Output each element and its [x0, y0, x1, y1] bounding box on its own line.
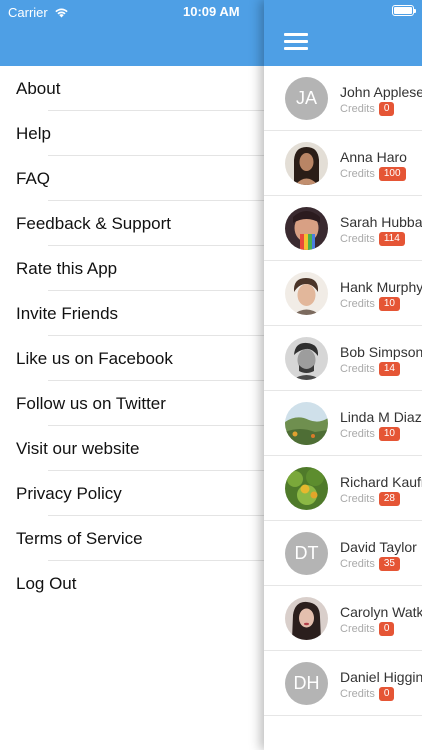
battery-icon — [392, 5, 416, 16]
contact-row[interactable]: Hank Murphy Credits 10 — [264, 261, 422, 326]
avatar-photo — [285, 597, 328, 640]
credits: Credits 10 — [340, 427, 400, 441]
contact-row[interactable]: Bob Simpson Credits 14 — [264, 326, 422, 391]
credits: Credits 28 — [340, 492, 400, 506]
menu-item-invite-friends[interactable]: Invite Friends — [0, 291, 264, 336]
menu-item-twitter[interactable]: Follow us on Twitter — [0, 381, 264, 426]
menu-item-faq[interactable]: FAQ — [0, 156, 264, 201]
avatar-photo — [285, 207, 328, 250]
credits: Credits 0 — [340, 622, 395, 636]
avatar — [285, 272, 328, 315]
credits: Credits 100 — [340, 167, 406, 181]
avatar: DH — [285, 662, 328, 705]
avatar-photo — [285, 402, 328, 445]
credits-label: Credits — [340, 688, 375, 700]
avatar-initials: DT — [294, 543, 319, 563]
contact-name: Bob Simpson — [340, 344, 422, 360]
credits-badge: 0 — [378, 102, 395, 116]
credits-badge: 10 — [378, 427, 400, 441]
credits: Credits 0 — [340, 102, 395, 116]
credits-badge: 10 — [378, 297, 400, 311]
credits: Credits 10 — [340, 297, 400, 311]
avatar-initials: DH — [293, 673, 320, 693]
contact-row[interactable]: Richard Kaufman Credits 28 — [264, 456, 422, 521]
credits-label: Credits — [340, 428, 375, 440]
avatar: JA — [285, 77, 328, 120]
avatar — [285, 467, 328, 510]
credits-label: Credits — [340, 623, 375, 635]
avatar — [285, 207, 328, 250]
menu-item-log-out[interactable]: Log Out — [0, 561, 264, 606]
avatar-initials: JA — [295, 88, 317, 108]
drawer-menu: About Help FAQ Feedback & Support Rate t… — [0, 66, 264, 606]
avatar — [285, 142, 328, 185]
menu-item-about[interactable]: About — [0, 66, 264, 111]
credits-label: Credits — [340, 233, 375, 245]
credits: Credits 14 — [340, 362, 400, 376]
status-time: 10:09 AM — [183, 4, 240, 19]
avatar-photo — [285, 142, 328, 185]
avatar-photo — [285, 337, 328, 380]
contact-list: JA John Appleseed Credits 0 Anna Haro Cr… — [264, 66, 422, 716]
contact-row[interactable]: DT David Taylor Credits 35 — [264, 521, 422, 586]
credits-label: Credits — [340, 298, 375, 310]
main-header — [264, 0, 422, 66]
credits-badge: 100 — [378, 167, 406, 181]
menu-item-website[interactable]: Visit our website — [0, 426, 264, 471]
avatar-photo — [285, 272, 328, 315]
menu-item-help[interactable]: Help — [0, 111, 264, 156]
main-panel: JA John Appleseed Credits 0 Anna Haro Cr… — [264, 0, 422, 750]
menu-item-terms[interactable]: Terms of Service — [0, 516, 264, 561]
contact-row[interactable]: DH Daniel Higgins Credits 0 — [264, 651, 422, 716]
avatar — [285, 337, 328, 380]
contact-row[interactable]: Anna Haro Credits 100 — [264, 131, 422, 196]
credits-badge: 28 — [378, 492, 400, 506]
contact-name: John Appleseed — [340, 84, 422, 100]
credits-badge: 0 — [378, 687, 395, 701]
avatar — [285, 597, 328, 640]
avatar-photo — [285, 467, 328, 510]
credits-label: Credits — [340, 558, 375, 570]
contact-name: Anna Haro — [340, 149, 407, 165]
drawer-header: Carrier 10:09 AM — [0, 0, 264, 66]
menu-item-rate-app[interactable]: Rate this App — [0, 246, 264, 291]
contact-row[interactable]: JA John Appleseed Credits 0 — [264, 66, 422, 131]
credits-badge: 0 — [378, 622, 395, 636]
contact-name: David Taylor — [340, 539, 417, 555]
credits: Credits 114 — [340, 232, 405, 246]
credits: Credits 35 — [340, 557, 400, 571]
avatar — [285, 402, 328, 445]
contact-row[interactable]: Carolyn Watkins Credits 0 — [264, 586, 422, 651]
credits-badge: 114 — [378, 232, 405, 246]
menu-item-feedback[interactable]: Feedback & Support — [0, 201, 264, 246]
carrier-label: Carrier — [8, 4, 48, 20]
hamburger-icon[interactable] — [284, 33, 308, 51]
wifi-icon — [55, 8, 68, 17]
avatar: DT — [285, 532, 328, 575]
credits-badge: 14 — [378, 362, 400, 376]
credits-label: Credits — [340, 493, 375, 505]
menu-item-privacy-policy[interactable]: Privacy Policy — [0, 471, 264, 516]
contact-name: Hank Murphy — [340, 279, 422, 295]
contact-row[interactable]: Sarah Hubbard Credits 114 — [264, 196, 422, 261]
credits-label: Credits — [340, 103, 375, 115]
contact-name: Linda M Diaz — [340, 409, 422, 425]
contact-name: Daniel Higgins — [340, 669, 422, 685]
credits: Credits 0 — [340, 687, 395, 701]
contact-row[interactable]: Linda M Diaz Credits 10 — [264, 391, 422, 456]
status-bar-left: Carrier — [8, 4, 69, 20]
credits-label: Credits — [340, 168, 375, 180]
contact-name: Sarah Hubbard — [340, 214, 422, 230]
contact-name: Carolyn Watkins — [340, 604, 422, 620]
menu-item-facebook[interactable]: Like us on Facebook — [0, 336, 264, 381]
credits-badge: 35 — [378, 557, 400, 571]
credits-label: Credits — [340, 363, 375, 375]
contact-name: Richard Kaufman — [340, 474, 422, 490]
side-drawer: Carrier 10:09 AM About Help FAQ Feedback… — [0, 0, 264, 750]
